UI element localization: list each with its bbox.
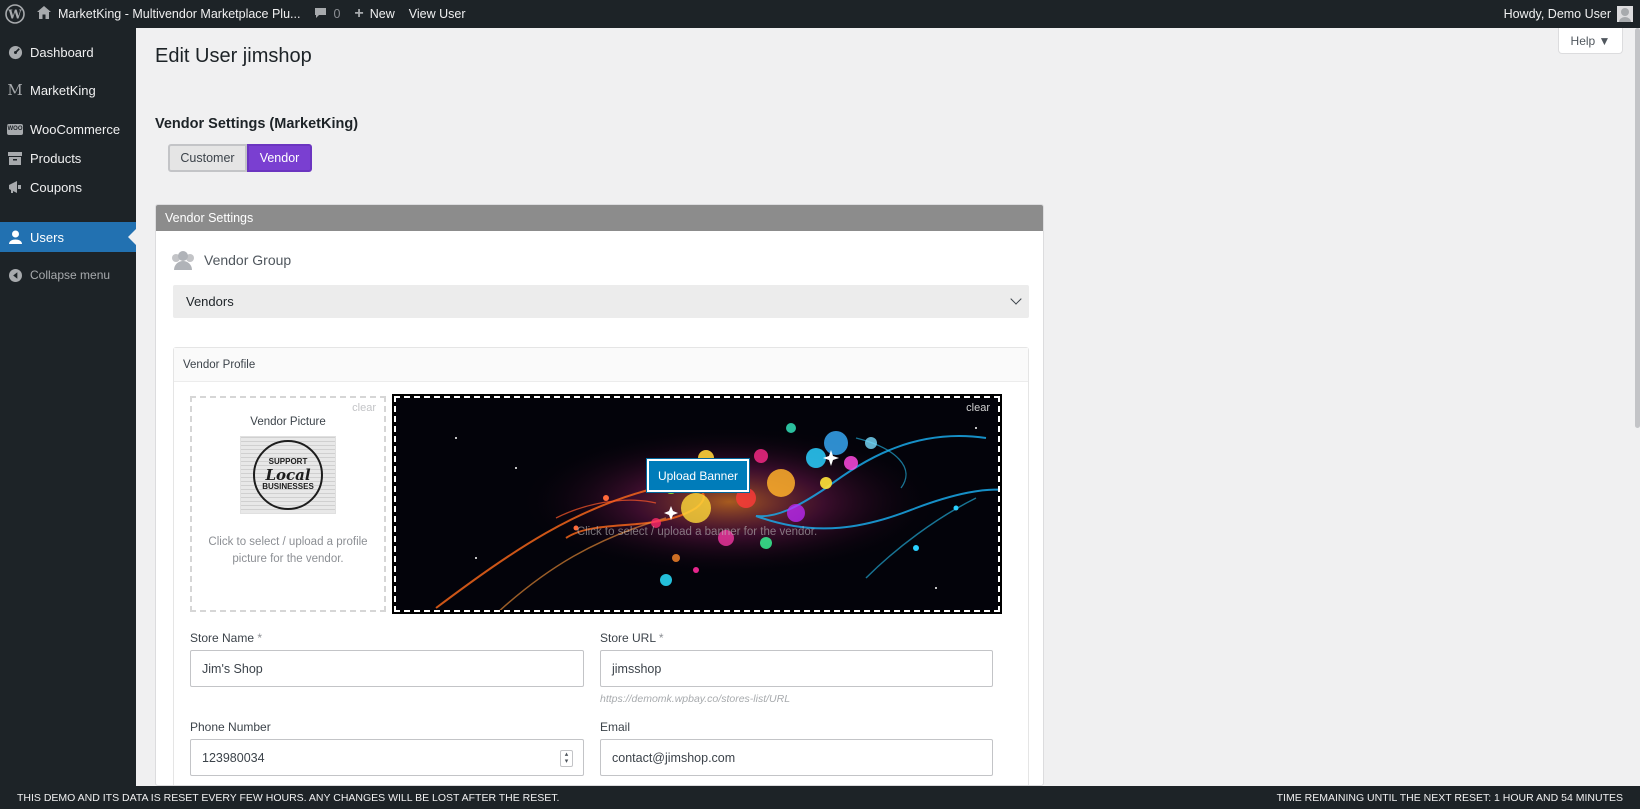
sidebar-item-label: Dashboard: [30, 44, 94, 60]
admin-sidebar: Dashboard M MarketKing WOO WooCommerce P…: [0, 28, 136, 809]
banner-help-text: Click to select / upload a banner for th…: [576, 526, 818, 538]
store-name-label: Store Name *: [190, 631, 263, 645]
vendor-toggle-button[interactable]: Vendor: [247, 144, 312, 172]
store-url-label: Store URL *: [600, 631, 664, 645]
comments-link[interactable]: 0: [307, 0, 347, 28]
number-spinner-icon[interactable]: ▴ ▾: [560, 750, 573, 767]
vendor-picture-image: SUPPORT Local BUSINESSES: [240, 436, 336, 514]
demo-reset-notice: THIS DEMO AND ITS DATA IS RESET EVERY FE…: [0, 786, 1640, 809]
howdy-label: Howdy, Demo User: [1503, 7, 1611, 21]
home-icon: [37, 6, 51, 22]
store-url-input[interactable]: jimsshop: [600, 650, 993, 687]
demo-notice-right: TIME REMAINING UNTIL THE NEXT RESET: 1 H…: [1276, 791, 1623, 804]
store-url-hint: https://demomk.wpbay.co/stores-list/URL: [600, 693, 791, 705]
wordpress-logo-icon[interactable]: W: [0, 0, 30, 28]
sidebar-item-dashboard[interactable]: Dashboard: [0, 37, 136, 67]
vendor-profile-box: Vendor Profile clear Vendor Picture SUPP…: [173, 347, 1029, 785]
sidebar-item-label: Users: [30, 229, 64, 245]
collapse-icon: [0, 268, 30, 282]
page-title: Edit User jimshop: [155, 45, 312, 67]
phone-number-input[interactable]: 123980034 ▴ ▾: [190, 739, 584, 776]
clear-picture-link[interactable]: clear: [352, 402, 376, 414]
main-content: Help ▼ Edit User jimshop Vendor Settings…: [136, 28, 1640, 786]
my-account-link[interactable]: Howdy, Demo User: [1497, 0, 1640, 28]
sidebar-item-label: WooCommerce: [30, 121, 121, 137]
sidebar-item-label: Collapse menu: [30, 268, 111, 282]
email-label: Email: [600, 720, 631, 734]
customer-toggle-button[interactable]: Customer: [168, 144, 247, 172]
new-content-link[interactable]: + New: [347, 0, 401, 28]
products-icon: [0, 151, 30, 165]
role-toggle: Customer Vendor: [168, 144, 312, 172]
vendor-settings-header: Vendor Settings: [156, 205, 1043, 231]
vendor-picture-upload[interactable]: clear Vendor Picture SUPPORT Local BUSIN…: [190, 396, 386, 612]
vendor-group-text: Vendor Group: [204, 252, 292, 268]
users-icon: [0, 230, 30, 244]
demo-notice-left: THIS DEMO AND ITS DATA IS RESET EVERY FE…: [17, 791, 560, 804]
clear-banner-link[interactable]: clear: [966, 402, 990, 414]
store-name-input[interactable]: Jim's Shop: [190, 650, 584, 687]
site-name-link[interactable]: MarketKing - Multivendor Marketplace Plu…: [30, 0, 307, 28]
sidebar-item-products[interactable]: Products: [0, 143, 136, 173]
collapse-menu-button[interactable]: Collapse menu: [0, 260, 136, 290]
marketking-icon: M: [7, 81, 23, 99]
sidebar-item-label: MarketKing: [30, 82, 96, 98]
sidebar-item-woocommerce[interactable]: WOO WooCommerce: [0, 114, 136, 144]
coupons-icon: [0, 180, 30, 194]
section-title: Vendor Settings (MarketKing): [155, 116, 359, 132]
vendor-group-value: Vendors: [186, 294, 234, 309]
phone-number-value: 123980034: [202, 750, 265, 765]
sidebar-item-label: Products: [30, 150, 82, 166]
help-button[interactable]: Help ▼: [1558, 28, 1623, 54]
woocommerce-icon: WOO: [0, 123, 30, 135]
sidebar-item-marketking[interactable]: M MarketKing: [0, 75, 136, 105]
email-input[interactable]: contact@jimshop.com: [600, 739, 993, 776]
dashboard-icon: [0, 45, 30, 60]
plus-icon: +: [354, 5, 364, 22]
vendor-settings-panel: Vendor Settings Vendor Group Vendors Ven…: [155, 204, 1044, 786]
site-title: MarketKing - Multivendor Marketplace Plu…: [58, 7, 301, 21]
admin-bar: W MarketKing - Multivendor Marketplace P…: [0, 0, 1640, 28]
avatar: [1617, 6, 1633, 22]
upload-banner-button[interactable]: Upload Banner: [647, 459, 749, 492]
banner-image: [396, 398, 998, 610]
page-scrollbar[interactable]: [1635, 28, 1640, 428]
sidebar-item-coupons[interactable]: Coupons: [0, 172, 136, 202]
chevron-down-icon: [1010, 293, 1022, 305]
view-user-link[interactable]: View User: [402, 0, 473, 28]
vendor-group-label: Vendor Group: [172, 251, 292, 270]
vendor-picture-help: Click to select / upload a profile pictu…: [208, 536, 368, 565]
vendor-group-select[interactable]: Vendors: [173, 285, 1029, 318]
support-local-logo: SUPPORT Local BUSINESSES: [253, 440, 323, 510]
phone-number-label: Phone Number: [190, 720, 271, 734]
comments-count: 0: [333, 7, 341, 21]
sidebar-item-label: Coupons: [30, 179, 83, 195]
vendor-picture-title: Vendor Picture: [250, 416, 326, 428]
svg-text:W: W: [7, 8, 22, 22]
vendor-profile-header: Vendor Profile: [174, 348, 1028, 382]
comment-icon: [314, 7, 327, 22]
vendor-banner-upload[interactable]: clear Upload Banner Click to select / up…: [392, 394, 1002, 614]
user-group-icon: [172, 251, 196, 270]
sidebar-item-users[interactable]: Users: [0, 222, 136, 252]
new-label: New: [369, 7, 395, 21]
